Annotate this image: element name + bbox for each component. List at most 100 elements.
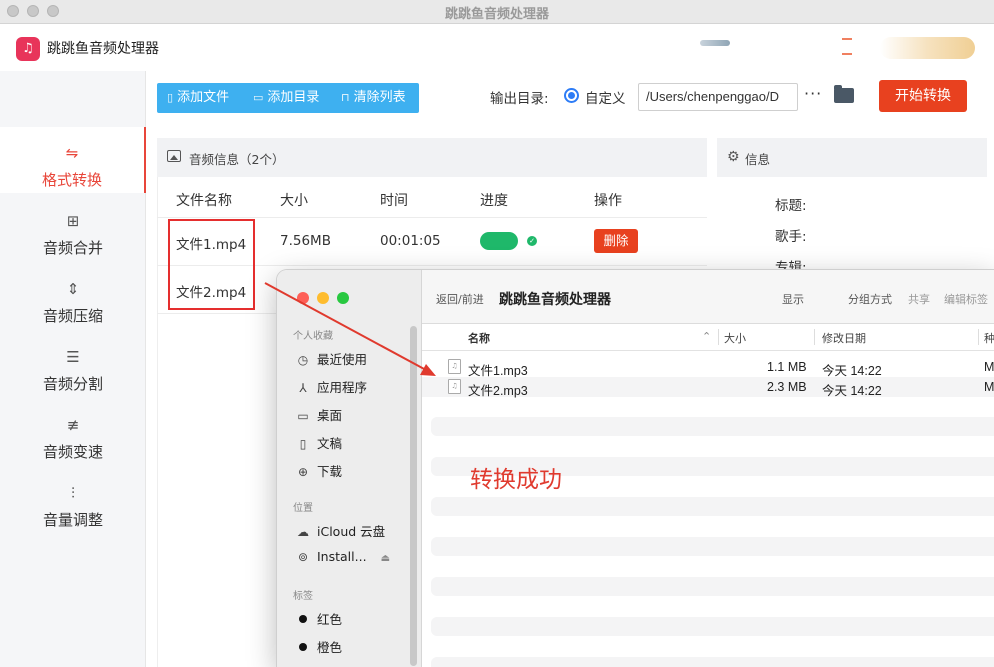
table-cell-size: 7.56MB bbox=[280, 233, 331, 249]
sidebar-item-label: 音频压缩 bbox=[42, 307, 103, 325]
sidebar-item-label: 橙色 bbox=[317, 640, 343, 655]
app-header: ♫ 跳跳鱼音频处理器 bbox=[0, 25, 994, 71]
sidebar-item-label: 音频变速 bbox=[42, 443, 103, 461]
blurred-element bbox=[842, 53, 852, 55]
sidebar-item-split[interactable]: ☰ 音频分割 bbox=[0, 331, 146, 397]
tag-dot-icon bbox=[299, 615, 307, 623]
tag-dot-icon bbox=[299, 643, 307, 651]
file-kind: M bbox=[984, 360, 994, 374]
favorites-section-label: 个人收藏 bbox=[293, 331, 333, 342]
column-separator bbox=[814, 329, 815, 345]
sidebar-item-install[interactable]: ⊚ Install... ⏏ bbox=[295, 549, 390, 564]
add-file-label: 添加文件 bbox=[177, 90, 230, 105]
column-header-name[interactable]: 名称 bbox=[468, 330, 490, 346]
sidebar-tag-red[interactable]: 红色 bbox=[295, 609, 342, 628]
sidebar-item-recents[interactable]: ◷ 最近使用 bbox=[295, 349, 367, 368]
audio-file-icon: ♫ bbox=[448, 359, 461, 374]
file-kind: M bbox=[984, 380, 994, 394]
column-header-size: 大小 bbox=[280, 193, 308, 209]
eject-icon[interactable]: ⏏ bbox=[381, 553, 390, 564]
vip-banner[interactable] bbox=[880, 37, 975, 59]
sort-chevron-icon: ⌃ bbox=[702, 330, 712, 343]
file-size: 2.3 MB bbox=[767, 380, 807, 394]
download-icon: ⊕ bbox=[297, 465, 309, 479]
sidebar-item-label: Install... bbox=[317, 549, 367, 564]
finder-minimize-button[interactable] bbox=[317, 292, 329, 304]
sidebar-item-speed[interactable]: ≢ 音频变速 bbox=[0, 399, 146, 465]
sidebar-item-icloud[interactable]: ☁ iCloud 云盘 bbox=[295, 521, 385, 540]
open-folder-icon[interactable] bbox=[834, 85, 854, 103]
info-title: 信息 bbox=[745, 152, 771, 167]
finder-zoom-button[interactable] bbox=[337, 292, 349, 304]
more-options-button[interactable]: ··· bbox=[804, 84, 822, 103]
file-size: 1.1 MB bbox=[767, 360, 807, 374]
sidebar-item-compress[interactable]: ⇕ 音频压缩 bbox=[0, 263, 146, 329]
empty-row-stripe bbox=[431, 617, 994, 636]
sidebar-item-label: 下载 bbox=[317, 464, 343, 479]
sidebar-item-applications[interactable]: ⅄ 应用程序 bbox=[295, 377, 367, 396]
start-convert-button[interactable]: 开始转换 bbox=[879, 80, 967, 112]
split-icon: ☰ bbox=[66, 348, 80, 366]
image-icon bbox=[167, 150, 181, 162]
merge-icon: ⊞ bbox=[66, 212, 80, 230]
table-cell-time: 00:01:05 bbox=[380, 233, 441, 249]
sidebar-item-documents[interactable]: ▯ 文稿 bbox=[295, 433, 342, 452]
output-path-input[interactable]: /Users/chenpenggao/D bbox=[638, 83, 798, 111]
blurred-element bbox=[842, 38, 852, 40]
sidebar-scrollbar[interactable] bbox=[410, 326, 417, 666]
group-by-button[interactable]: 分组方式 bbox=[848, 291, 892, 307]
output-dir-label: 输出目录: bbox=[490, 91, 549, 107]
share-button[interactable]: 共享 bbox=[908, 291, 930, 307]
column-header-action: 操作 bbox=[594, 193, 622, 209]
table-row[interactable]: ♫ 文件1.mp3 1.1 MB 今天 14:22 M bbox=[422, 357, 994, 378]
title-field-label: 标题: bbox=[775, 198, 807, 214]
audio-file-icon: ♫ bbox=[448, 379, 461, 394]
sidebar-item-desktop[interactable]: ▭ 桌面 bbox=[295, 405, 342, 424]
sidebar-item-label: 红色 bbox=[317, 612, 343, 627]
sidebar-item-label: 桌面 bbox=[317, 408, 343, 423]
add-directory-label: 添加目录 bbox=[267, 90, 320, 105]
column-header-size[interactable]: 大小 bbox=[724, 330, 746, 346]
document-icon: ▯ bbox=[299, 437, 307, 451]
gear-icon: ⚙ bbox=[727, 149, 740, 165]
desktop-icon: ▭ bbox=[297, 409, 309, 423]
volume-icon: ⫶ bbox=[71, 484, 75, 502]
add-file-button[interactable]: ▯ 添加文件 bbox=[167, 83, 229, 113]
sidebar-item-merge[interactable]: ⊞ 音频合并 bbox=[0, 195, 146, 261]
app-name: 跳跳鱼音频处理器 bbox=[47, 41, 159, 57]
edit-tags-button[interactable]: 编辑标签 bbox=[944, 291, 988, 307]
column-separator bbox=[978, 329, 979, 345]
add-directory-button[interactable]: ▭ 添加目录 bbox=[253, 83, 319, 113]
finder-toolbar: 返回/前进 跳跳鱼音频处理器 显示 分组方式 共享 编辑标签 bbox=[422, 270, 994, 324]
check-icon: ✓ bbox=[527, 236, 537, 246]
sidebar-item-format-convert[interactable]: ⇋ 格式转换 bbox=[0, 127, 146, 193]
sidebar-item-downloads[interactable]: ⊕ 下载 bbox=[295, 461, 342, 480]
sidebar-item-label: 音频合并 bbox=[42, 239, 103, 257]
custom-dir-radio[interactable] bbox=[564, 88, 579, 103]
view-button[interactable]: 显示 bbox=[782, 291, 804, 307]
empty-row-stripe bbox=[431, 417, 994, 436]
artist-field-label: 歌手: bbox=[775, 229, 807, 245]
info-header: ⚙ 信息 bbox=[717, 138, 987, 177]
clear-list-label: 清除列表 bbox=[353, 90, 406, 105]
empty-row-stripe bbox=[431, 657, 994, 667]
column-header-modified[interactable]: 修改日期 bbox=[822, 330, 866, 346]
sidebar-tag-orange[interactable]: 橙色 bbox=[295, 637, 342, 656]
disk-icon: ⊚ bbox=[297, 550, 309, 564]
back-forward-button[interactable]: 返回/前进 bbox=[436, 291, 484, 307]
clear-list-button[interactable]: ⊓ 清除列表 bbox=[341, 83, 406, 113]
finder-folder-title: 跳跳鱼音频处理器 bbox=[499, 292, 611, 308]
finder-window: 个人收藏 ◷ 最近使用 ⅄ 应用程序 ▭ 桌面 ▯ 文稿 ⊕ 下载 位置 ☁ iCloud … bbox=[277, 270, 994, 667]
locations-section-label: 位置 bbox=[293, 503, 313, 514]
audio-info-header: 音频信息（2个） bbox=[157, 138, 707, 177]
blurred-element bbox=[700, 40, 730, 46]
column-header-kind[interactable]: 种 bbox=[984, 330, 994, 346]
sidebar-item-volume[interactable]: ⫶ 音量调整 bbox=[0, 467, 146, 533]
file-toolbar: ▯ 添加文件 ▭ 添加目录 ⊓ 清除列表 bbox=[157, 83, 419, 113]
column-header-time: 时间 bbox=[380, 193, 408, 209]
sidebar-item-label: 格式转换 bbox=[41, 171, 102, 189]
delete-button[interactable]: 删除 bbox=[594, 229, 638, 253]
table-row[interactable]: ♫ 文件2.mp3 2.3 MB 今天 14:22 M bbox=[422, 377, 994, 398]
finder-close-button[interactable] bbox=[297, 292, 309, 304]
conversion-success-annotation: 转换成功 bbox=[470, 467, 562, 493]
